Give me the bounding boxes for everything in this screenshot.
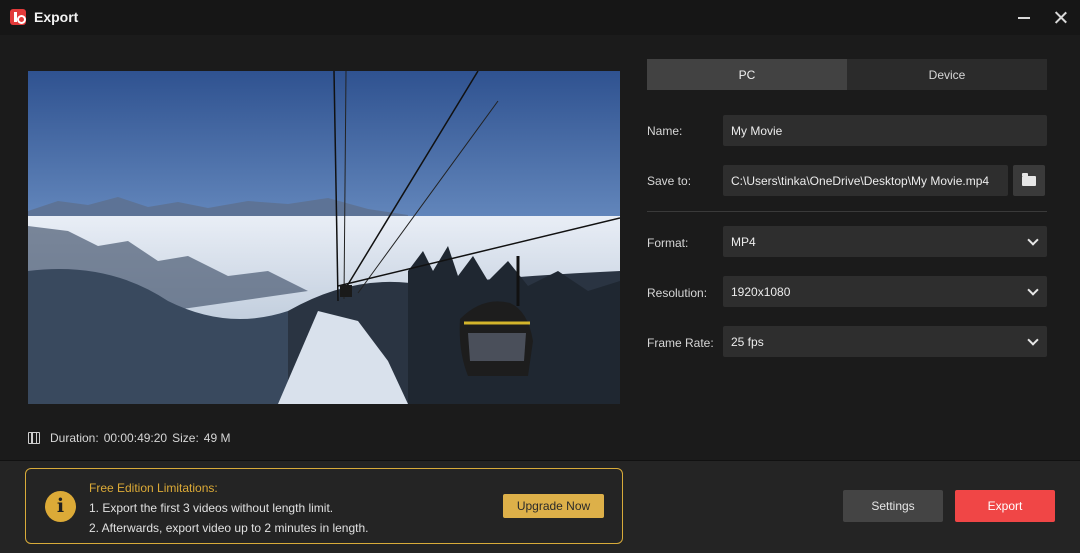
title-bar: Export (0, 0, 1080, 35)
limitation-line-1: 1. Export the first 3 videos without len… (89, 501, 334, 515)
resolution-label: Resolution: (647, 286, 708, 300)
preview-thumbnail (28, 71, 620, 404)
tab-pc[interactable]: PC (647, 59, 847, 90)
resolution-value: 1920x1080 (731, 284, 791, 299)
size-label: Size: (172, 431, 199, 445)
close-icon[interactable] (1049, 6, 1073, 28)
browse-folder-button[interactable] (1013, 165, 1045, 196)
size-value: 49 M (203, 431, 231, 445)
chevron-down-icon (1027, 283, 1039, 296)
info-icon: i (45, 491, 76, 522)
save-path-input[interactable] (723, 165, 1008, 196)
save-to-label: Save to: (647, 174, 692, 188)
duration-label: Duration: (50, 431, 99, 445)
resolution-select[interactable]: 1920x1080 (723, 276, 1047, 307)
format-select[interactable]: MP4 (723, 226, 1047, 257)
limitations-title: Free Edition Limitations: (89, 481, 218, 495)
tab-device[interactable]: Device (847, 59, 1047, 90)
divider (647, 211, 1047, 212)
upgrade-now-button[interactable]: Upgrade Now (503, 494, 604, 518)
format-value: MP4 (731, 234, 756, 249)
minimize-icon[interactable] (1012, 6, 1036, 28)
name-input[interactable] (723, 115, 1047, 146)
chevron-down-icon (1027, 333, 1039, 346)
limitation-line-2: 2. Afterwards, export video up to 2 minu… (89, 521, 369, 535)
frame-rate-label: Frame Rate: (647, 336, 714, 350)
video-preview (28, 71, 620, 404)
video-info: Duration: 00:00:49:20 Size: 49 M (28, 430, 235, 446)
frame-rate-select[interactable]: 25 fps (723, 326, 1047, 357)
chevron-down-icon (1027, 233, 1039, 246)
film-icon (28, 432, 40, 444)
export-target-tabs: PC Device (647, 59, 1047, 90)
window-title: Export (34, 9, 79, 25)
frame-rate-value: 25 fps (731, 334, 764, 349)
app-logo-icon (10, 9, 26, 25)
settings-button[interactable]: Settings (843, 490, 943, 522)
folder-icon (1022, 173, 1036, 186)
export-button[interactable]: Export (955, 490, 1055, 522)
name-label: Name: (647, 124, 683, 138)
duration-value: 00:00:49:20 (103, 431, 168, 445)
free-edition-notice: i Free Edition Limitations: 1. Export th… (25, 468, 623, 544)
format-label: Format: (647, 236, 689, 250)
